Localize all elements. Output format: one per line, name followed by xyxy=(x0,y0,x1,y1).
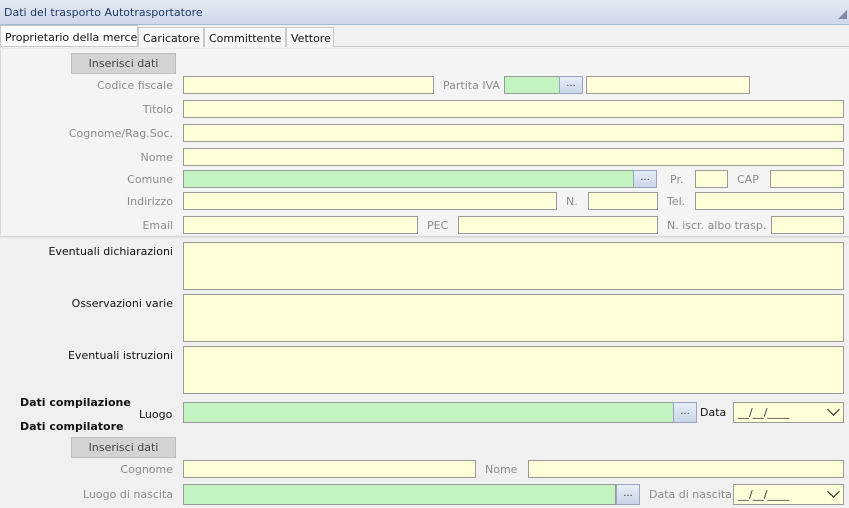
pec-label: PEC xyxy=(427,219,449,232)
luogo-lookup-button[interactable]: ... xyxy=(673,402,697,423)
titolo-input[interactable] xyxy=(184,101,843,117)
istruzioni-label: Eventuali istruzioni xyxy=(67,349,173,362)
codice-fiscale-label: Codice fiscale xyxy=(96,79,173,92)
cognome-ragsoc-input[interactable] xyxy=(184,125,843,141)
partita-iva-country-field[interactable] xyxy=(504,76,560,94)
data-nascita-label: Data di nascita xyxy=(649,488,732,501)
data-nascita-picker[interactable]: __/__/____ xyxy=(733,484,844,505)
dichiarazioni-textarea[interactable] xyxy=(183,242,844,290)
tab-committente[interactable]: Committente xyxy=(204,27,286,47)
luogo-input[interactable] xyxy=(184,403,673,422)
comune-lookup-button[interactable]: ... xyxy=(633,170,657,188)
window-title: Dati del trasporto Autotrasportatore xyxy=(4,6,203,19)
partita-iva-lookup-button[interactable]: ... xyxy=(559,76,583,94)
compilatore-cognome-label: Cognome xyxy=(120,463,173,476)
nome-input[interactable] xyxy=(184,149,843,165)
albo-label: N. iscr. albo trasp. xyxy=(667,219,767,232)
partita-iva-field[interactable] xyxy=(586,76,750,94)
nome-label: Nome xyxy=(140,151,173,164)
indirizzo-label: Indirizzo xyxy=(126,195,173,208)
civico-input[interactable] xyxy=(589,193,657,209)
window-triangle-icon xyxy=(838,10,847,19)
partita-iva-label: Partita IVA xyxy=(443,79,500,92)
pec-field[interactable] xyxy=(458,216,658,234)
luogo-label: Luogo xyxy=(139,408,173,421)
compilazione-heading: Dati compilazione xyxy=(20,396,131,409)
email-field[interactable] xyxy=(183,216,418,234)
albo-input[interactable] xyxy=(772,217,843,233)
provincia-input[interactable] xyxy=(696,171,727,187)
luogo-field[interactable] xyxy=(183,402,674,423)
email-label: Email xyxy=(142,219,173,232)
section-divider xyxy=(0,236,849,238)
civico-label: N. xyxy=(566,195,578,208)
indirizzo-field[interactable] xyxy=(183,192,557,210)
email-input[interactable] xyxy=(184,217,417,233)
comune-field[interactable] xyxy=(183,170,634,188)
compilatore-nome-label: Nome xyxy=(485,463,518,476)
albo-field[interactable] xyxy=(771,216,844,234)
provincia-field[interactable] xyxy=(695,170,728,188)
pec-input[interactable] xyxy=(459,217,657,233)
tel-field[interactable] xyxy=(695,192,844,210)
data-nascita-value: __/__/____ xyxy=(738,488,790,501)
dichiarazioni-label: Eventuali dichiarazioni xyxy=(48,245,173,258)
tab-caricatore[interactable]: Caricatore xyxy=(138,27,204,47)
nome-field[interactable] xyxy=(183,148,844,166)
tab-bar: Proprietario della merce Caricatore Comm… xyxy=(0,25,849,47)
data-value: __/__/____ xyxy=(738,406,790,419)
luogo-nascita-lookup-button[interactable]: ... xyxy=(616,484,640,505)
comune-input[interactable] xyxy=(184,171,633,187)
tel-input[interactable] xyxy=(696,193,843,209)
tab-vettore[interactable]: Vettore xyxy=(286,27,334,47)
compilatore-heading: Dati compilatore xyxy=(20,420,124,433)
luogo-nascita-field[interactable] xyxy=(183,484,616,505)
cap-input[interactable] xyxy=(771,171,843,187)
luogo-nascita-label: Luogo di nascita xyxy=(83,488,173,501)
owner-insert-button[interactable]: Inserisci dati xyxy=(71,53,176,74)
partita-iva-input[interactable] xyxy=(587,77,749,93)
titolo-field[interactable] xyxy=(183,100,844,118)
compilatore-nome-field[interactable] xyxy=(528,460,844,478)
compilatore-nome-input[interactable] xyxy=(529,461,843,477)
compilatore-cognome-field[interactable] xyxy=(183,460,476,478)
data-label: Data xyxy=(700,406,727,419)
compilatore-cognome-input[interactable] xyxy=(184,461,475,477)
indirizzo-input[interactable] xyxy=(184,193,556,209)
codice-fiscale-field[interactable] xyxy=(183,76,434,94)
chevron-down-icon[interactable] xyxy=(826,403,840,419)
titolo-label: Titolo xyxy=(142,103,173,116)
civico-field[interactable] xyxy=(588,192,658,210)
cognome-ragsoc-field[interactable] xyxy=(183,124,844,142)
chevron-down-icon[interactable] xyxy=(826,485,840,501)
luogo-nascita-input[interactable] xyxy=(184,485,615,504)
cognome-ragsoc-label: Cognome/Rag.Soc. xyxy=(68,127,173,140)
osservazioni-textarea[interactable] xyxy=(183,294,844,342)
istruzioni-textarea[interactable] xyxy=(183,346,844,394)
compilatore-insert-button[interactable]: Inserisci dati xyxy=(71,437,176,458)
provincia-label: Pr. xyxy=(670,173,684,186)
window-header: Dati del trasporto Autotrasportatore xyxy=(0,0,849,25)
panel-border xyxy=(0,49,1,235)
comune-label: Comune xyxy=(127,173,173,186)
codice-fiscale-input[interactable] xyxy=(184,77,433,93)
cap-label: CAP xyxy=(737,173,759,186)
data-picker[interactable]: __/__/____ xyxy=(733,402,844,423)
osservazioni-label: Osservazioni varie xyxy=(71,297,173,310)
cap-field[interactable] xyxy=(770,170,844,188)
tel-label: Tel. xyxy=(667,195,686,208)
tab-proprietario[interactable]: Proprietario della merce xyxy=(0,25,138,46)
